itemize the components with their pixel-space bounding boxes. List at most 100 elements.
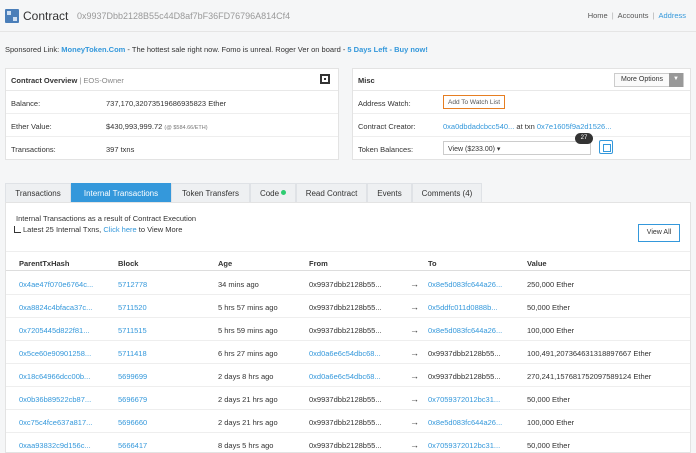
from-address: 0x9937dbb2128b55... bbox=[309, 280, 382, 289]
block-link[interactable]: 5699699 bbox=[118, 372, 147, 381]
tab-transactions[interactable]: Transactions bbox=[5, 183, 71, 202]
from-address[interactable]: 0xd0a6e6c54dbc68... bbox=[309, 372, 381, 381]
parent-tx-hash-link[interactable]: 0xa8824c4bfaca37c... bbox=[19, 303, 92, 312]
page-title: Contract bbox=[23, 9, 69, 23]
tab-events[interactable]: Events bbox=[367, 183, 412, 202]
to-address[interactable]: 0x7059372012bc31... bbox=[428, 441, 500, 450]
balance-value: 737,170,32073519686935823 Ether bbox=[106, 99, 227, 108]
ether-value-label: Ether Value: bbox=[11, 122, 52, 131]
parent-tx-hash-link[interactable]: 0xc75c4fce637a817... bbox=[19, 418, 92, 427]
right-arrow-icon: → bbox=[410, 302, 419, 312]
table-row: 0xaa93832c9d156c... 5666417 8 days 5 hrs a… bbox=[6, 433, 690, 453]
block-link[interactable]: 5711418 bbox=[118, 349, 147, 358]
age-cell: 6 hrs 27 mins ago bbox=[218, 349, 278, 358]
parent-tx-hash-link[interactable]: 0x5ce60e90901258... bbox=[19, 349, 91, 358]
token-view-icon[interactable] bbox=[599, 140, 613, 154]
table-row: 0x5ce60e90901258... 5711418 6 hrs 27 mins … bbox=[6, 341, 690, 364]
contract-creator-row: Contract Creator: 0xa0dbdadcbcc540... at… bbox=[353, 114, 690, 137]
view-all-button[interactable]: View All bbox=[638, 224, 680, 242]
creator-txn-link[interactable]: 0x7e1605f9a2d1526... bbox=[537, 122, 612, 131]
address-watch-label: Address Watch: bbox=[358, 99, 411, 108]
ether-value-row: Ether Value: $430,993,999.72 (@ $584.66/… bbox=[6, 114, 338, 137]
tab-code[interactable]: Code bbox=[250, 183, 296, 202]
balance-label: Balance: bbox=[11, 99, 41, 108]
parent-tx-hash-link[interactable]: 0x18c64966dcc00b... bbox=[19, 372, 90, 381]
col-value: Value bbox=[527, 259, 547, 268]
contract-overview-panel: Contract Overview | EOS-Owner Balance: 7… bbox=[5, 68, 339, 160]
more-options-dropdown[interactable]: More Options ▼ bbox=[614, 73, 684, 87]
parent-tx-hash-link[interactable]: 0x0b36b89522cb87... bbox=[19, 395, 91, 404]
page-header: Contract 0x9937Dbb2128B55c44D8af7bF36FD7… bbox=[0, 0, 696, 32]
table-row: 0x18c64966dcc00b... 5699699 2 days 8 hrs a… bbox=[6, 364, 690, 387]
sponsored-label: Sponsored Link: bbox=[5, 45, 60, 54]
tab-internal-transactions[interactable]: Internal Transactions bbox=[71, 183, 171, 202]
block-link[interactable]: 5711520 bbox=[118, 303, 147, 312]
address-watch-row: Address Watch: Add To Watch List bbox=[353, 91, 690, 114]
table-header: ParentTxHash Block Age From To Value bbox=[6, 251, 690, 271]
value-cell: 50,000 Ether bbox=[527, 303, 570, 312]
contract-creator-label: Contract Creator: bbox=[358, 122, 416, 131]
to-address[interactable]: 0x7059372012bc31... bbox=[428, 395, 500, 404]
value-cell: 100,491,207364631318897667 Ether bbox=[527, 349, 652, 358]
click-here-link[interactable]: Click here bbox=[103, 225, 136, 234]
token-balances-select[interactable]: View ($233.00) ▾ bbox=[443, 141, 591, 155]
from-address: 0x9937dbb2128b55... bbox=[309, 326, 382, 335]
age-cell: 5 hrs 59 mins ago bbox=[218, 326, 278, 335]
breadcrumb-home[interactable]: Home bbox=[588, 11, 608, 20]
value-cell: 50,000 Ether bbox=[527, 395, 570, 404]
age-cell: 8 days 5 hrs ago bbox=[218, 441, 274, 450]
overview-header: Contract Overview | EOS-Owner bbox=[6, 69, 338, 91]
to-address: 0x9937dbb2128b55... bbox=[428, 349, 501, 358]
to-address[interactable]: 0x5ddfc011d0888b... bbox=[428, 303, 498, 312]
parent-tx-hash-link[interactable]: 0xaa93832c9d156c... bbox=[19, 441, 91, 450]
tab-comments[interactable]: Comments (4) bbox=[412, 183, 482, 202]
qr-code-icon[interactable] bbox=[320, 74, 330, 84]
to-address[interactable]: 0x8e5d083fc644a26... bbox=[428, 280, 502, 289]
overview-title: Contract Overview bbox=[11, 76, 78, 85]
right-arrow-icon: → bbox=[410, 371, 419, 381]
value-cell: 250,000 Ether bbox=[527, 280, 575, 289]
ether-rate: (@ $584.66/ETH) bbox=[164, 125, 208, 131]
right-arrow-icon: → bbox=[410, 440, 419, 450]
overview-subtitle: EOS-Owner bbox=[83, 76, 124, 85]
age-cell: 2 days 21 hrs ago bbox=[218, 418, 278, 427]
parent-tx-hash-link[interactable]: 0x4ae47f070e6764c... bbox=[19, 280, 93, 289]
right-arrow-icon: → bbox=[410, 279, 419, 289]
value-cell: 50,000 Ether bbox=[527, 441, 570, 450]
ether-value: $430,993,999.72 bbox=[106, 122, 163, 131]
col-from: From bbox=[309, 259, 328, 268]
block-link[interactable]: 5666417 bbox=[118, 441, 147, 450]
add-to-watch-list-button[interactable]: Add To Watch List bbox=[443, 95, 506, 109]
sponsor-text: - The hottest sale right now. Fomo is un… bbox=[125, 45, 348, 54]
age-cell: 2 days 21 hrs ago bbox=[218, 395, 278, 404]
table-row: 0x4ae47f070e6764c... 5712778 34 mins ago 0x… bbox=[6, 272, 690, 295]
token-balances-label: Token Balances: bbox=[358, 145, 414, 154]
block-link[interactable]: 5712778 bbox=[118, 280, 147, 289]
sponsor-cta-link[interactable]: 5 Days Left - Buy now! bbox=[347, 45, 427, 54]
from-address: 0x9937dbb2128b55... bbox=[309, 303, 382, 312]
misc-panel: Misc More Options ▼ Address Watch: Add T… bbox=[352, 68, 691, 160]
to-address[interactable]: 0x8e5d083fc644a26... bbox=[428, 418, 502, 427]
sponsor-site-link[interactable]: MoneyToken.Com bbox=[61, 45, 125, 54]
block-link[interactable]: 5711515 bbox=[118, 326, 147, 335]
tab-token-transfers[interactable]: Token Transfers bbox=[171, 183, 250, 202]
breadcrumb-accounts[interactable]: Accounts bbox=[618, 11, 649, 20]
from-address: 0x9937dbb2128b55... bbox=[309, 395, 382, 404]
table-row: 0xc75c4fce637a817... 5696660 2 days 21 hrs… bbox=[6, 410, 690, 433]
contract-address: 0x9937Dbb2128B55c44D8af7bF36FD76796A814C… bbox=[77, 11, 291, 21]
tab-read-contract[interactable]: Read Contract bbox=[296, 183, 367, 202]
to-address[interactable]: 0x8e5d083fc644a26... bbox=[428, 326, 502, 335]
block-link[interactable]: 5696679 bbox=[118, 395, 147, 404]
right-arrow-icon: → bbox=[410, 394, 419, 404]
block-link[interactable]: 5696660 bbox=[118, 418, 147, 427]
creator-address-link[interactable]: 0xa0dbdadcbcc540... bbox=[443, 122, 514, 131]
parent-tx-hash-link[interactable]: 0x7205445d822f81... bbox=[19, 326, 89, 335]
breadcrumb-address: Address bbox=[658, 11, 686, 20]
breadcrumb: Home | Accounts | Address bbox=[587, 11, 686, 20]
value-cell: 270,241,157681752097589124 Ether bbox=[527, 372, 652, 381]
col-to: To bbox=[428, 259, 437, 268]
table-row: 0x7205445d822f81... 5711515 5 hrs 59 mins … bbox=[6, 318, 690, 341]
value-cell: 100,000 Ether bbox=[527, 326, 575, 335]
from-address[interactable]: 0xd0a6e6c54dbc68... bbox=[309, 349, 381, 358]
balance-row: Balance: 737,170,32073519686935823 Ether bbox=[6, 91, 338, 114]
